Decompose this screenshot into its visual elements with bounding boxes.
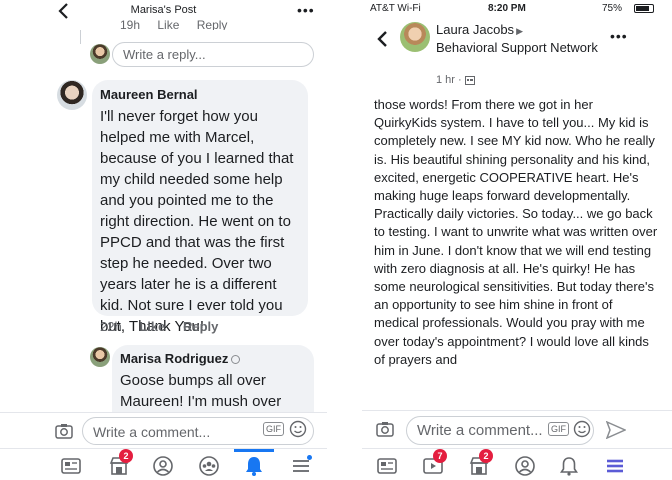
arrow-right-icon: ▶ [516, 26, 523, 36]
camera-icon[interactable] [376, 421, 394, 437]
notification-badge: 7 [433, 449, 447, 463]
post-time: 1 hr · [436, 74, 462, 86]
comment-actions: 22h Like Reply [100, 319, 232, 334]
avatar[interactable] [90, 347, 110, 367]
previous-comment-actions: 19h Like Reply [120, 20, 241, 30]
comment-placeholder: Write a comment... [417, 422, 543, 439]
profile-icon[interactable] [514, 455, 536, 477]
profile-icon[interactable] [152, 455, 174, 477]
audience-icon [464, 75, 475, 85]
carrier-label: AT&T Wi-Fi [370, 3, 421, 14]
post-body: those words! From there we got in her Qu… [374, 97, 658, 367]
marketplace-tab[interactable]: 2 [468, 449, 493, 477]
reply-link[interactable]: Reply [197, 20, 228, 30]
reply-link[interactable]: Reply [183, 319, 218, 334]
emoji-icon[interactable] [573, 420, 591, 438]
notification-badge: 2 [119, 449, 133, 463]
comment-placeholder: Write a comment... [93, 424, 211, 440]
comment-bubble: Maureen Bernal I'll never forget how you… [92, 80, 308, 335]
tab-bar: 7 2 [362, 448, 672, 480]
gif-icon[interactable]: GIF [548, 422, 569, 436]
page-title: Marisa's Post [130, 4, 197, 16]
left-screenshot: Marisa's Post ••• 19h Like Reply Write a… [0, 0, 327, 480]
notifications-bell-icon[interactable] [558, 455, 580, 477]
news-feed-icon[interactable] [376, 455, 398, 477]
comment-composer: Write a comment... GIF [362, 410, 672, 448]
back-chevron-icon[interactable] [376, 30, 388, 48]
clock: 8:20 PM [488, 3, 526, 14]
comment-input[interactable]: Write a comment... GIF [82, 417, 314, 445]
group-name[interactable]: Behavioral Support Network [436, 40, 626, 56]
reply-author[interactable]: Marisa Rodriguez [120, 351, 228, 366]
camera-icon[interactable] [55, 423, 73, 439]
post-header: Laura Jacobs ▶ Behavioral Support Network… [362, 18, 672, 90]
menu-update-dot [307, 455, 312, 460]
like-link[interactable]: Like [157, 20, 179, 30]
groups-icon[interactable] [198, 455, 220, 477]
send-icon[interactable] [606, 421, 626, 439]
gif-icon[interactable]: GIF [263, 422, 284, 436]
status-bar: AT&T Wi-Fi 8:20 PM 75% [362, 0, 672, 16]
marketplace-tab[interactable]: 2 [108, 449, 133, 477]
post-time-row: 1 hr · [436, 74, 475, 86]
verified-icon [231, 355, 241, 365]
notification-badge: 2 [479, 449, 493, 463]
avatar[interactable] [57, 80, 87, 110]
comment-author[interactable]: Maureen Bernal [100, 87, 300, 103]
watch-tab[interactable]: 7 [422, 449, 447, 477]
comment-text: I'll never forget how you helped me with… [100, 108, 294, 335]
more-options-icon[interactable]: ••• [610, 28, 628, 44]
news-feed-icon[interactable] [60, 455, 82, 477]
comment-time: 22h [100, 319, 122, 334]
menu-icon[interactable] [604, 455, 626, 477]
more-options-icon[interactable]: ••• [297, 2, 315, 18]
author-row: Laura Jacobs ▶ [436, 22, 626, 39]
like-link[interactable]: Like [139, 319, 165, 334]
comment-composer: Write a comment... GIF [0, 412, 327, 448]
reply-input[interactable]: Write a reply... [112, 42, 314, 67]
emoji-icon[interactable] [289, 420, 307, 438]
avatar[interactable] [90, 44, 110, 64]
author-name[interactable]: Laura Jacobs [436, 22, 514, 37]
reply-text: Goose bumps all over Maureen! I'm mush o… [120, 372, 282, 410]
avatar[interactable] [400, 22, 430, 52]
active-tab-indicator [234, 449, 274, 452]
comment-input[interactable]: Write a comment... GIF [406, 416, 594, 445]
comment-time: 19h [120, 20, 141, 30]
battery-icon [634, 4, 654, 13]
tab-bar: 2 [0, 448, 327, 480]
reply-author-row: Marisa Rodriguez [120, 351, 306, 367]
thread-line [80, 30, 81, 44]
battery-percent: 75% [602, 3, 623, 14]
notifications-bell-icon[interactable] [243, 455, 265, 477]
reply-bubble: Marisa Rodriguez Goose bumps all over Ma… [112, 345, 314, 415]
right-screenshot: AT&T Wi-Fi 8:20 PM 75% Laura Jacobs ▶ Beh… [362, 0, 672, 480]
